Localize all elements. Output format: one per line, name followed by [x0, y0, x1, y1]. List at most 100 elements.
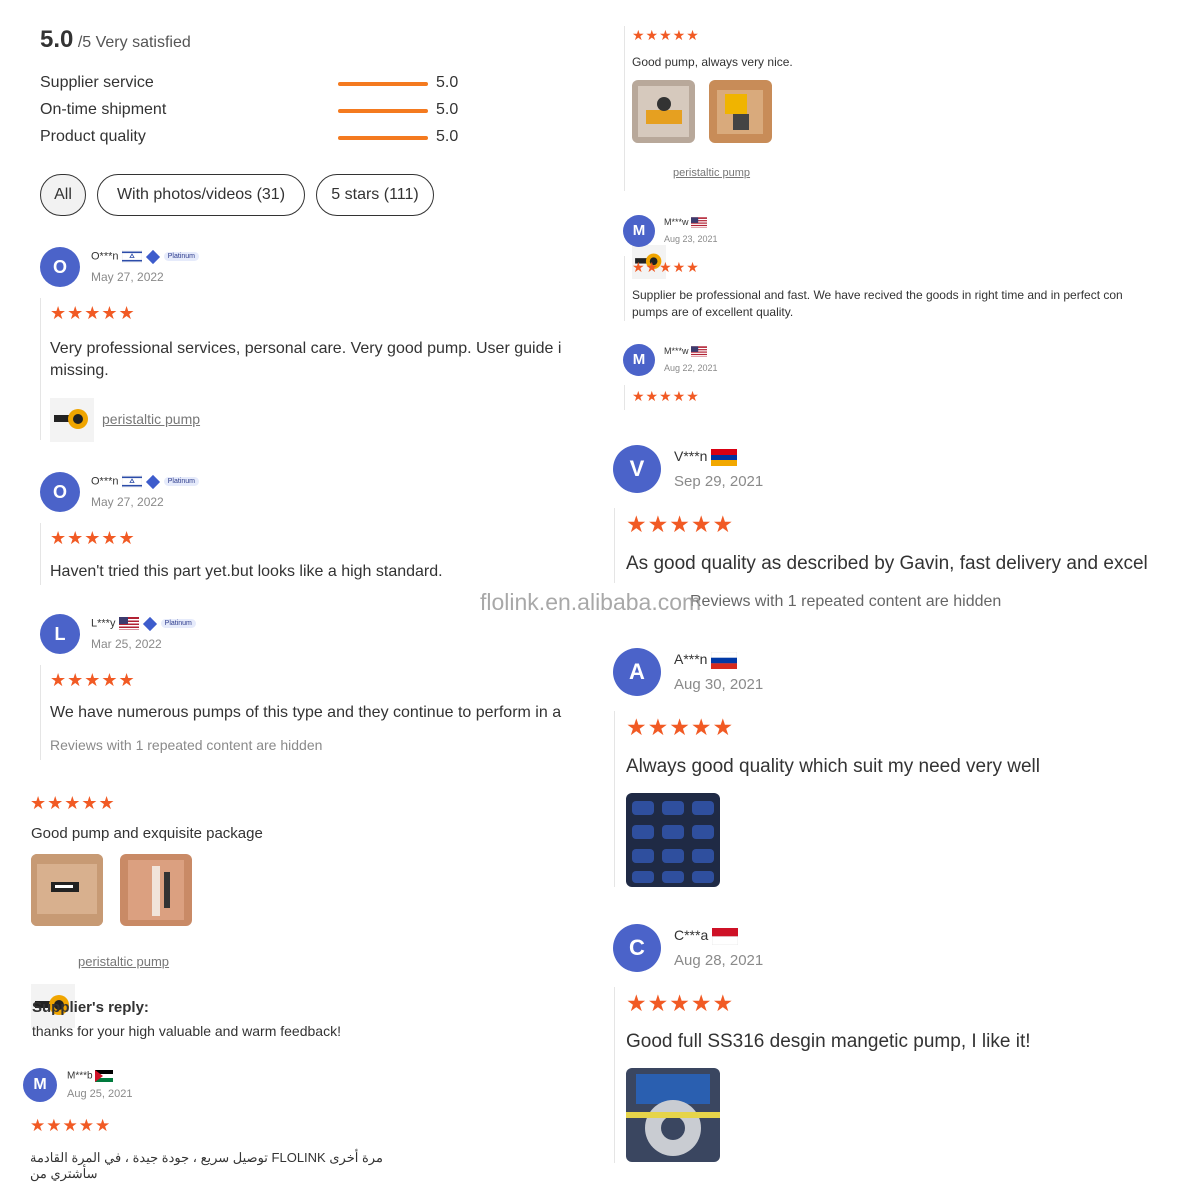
review-stars: ★★★★★ — [50, 528, 136, 548]
supplier-reply-title: Supplier's reply: — [32, 999, 149, 1016]
reviewer-name: M***w — [664, 217, 689, 227]
platinum-diamond-icon — [142, 616, 157, 631]
review-stars: ★★★★★ — [50, 670, 136, 690]
review-date: Aug 25, 2021 — [67, 1088, 133, 1100]
pump-icon — [54, 409, 88, 429]
review-stars: ★★★★★ — [30, 1116, 112, 1135]
review-text-line: Very professional services, personal car… — [50, 340, 562, 357]
review-text: Always good quality which suit my need v… — [626, 756, 1040, 777]
israel-flag-icon — [121, 250, 142, 263]
pump-photo-icon — [632, 80, 695, 143]
filter-photos-button[interactable]: With photos/videos (31) — [97, 174, 305, 216]
review-text: Good pump, always very nice. — [632, 55, 793, 69]
rating-breakdown: Supplier service 5.0 On-time shipment 5.… — [40, 74, 470, 155]
review-text: As good quality as described by Gavin, f… — [626, 553, 1148, 574]
review-photo[interactable] — [626, 793, 720, 887]
review-text: Good pump and exquisite package — [31, 825, 263, 842]
review-stars: ★★★★★ — [626, 511, 735, 537]
filter-all-button[interactable]: All — [40, 174, 86, 216]
supplier-reply-text: thanks for your high valuable and warm f… — [32, 1023, 341, 1039]
review-date: Sep 29, 2021 — [674, 473, 764, 490]
review-photo[interactable] — [709, 80, 772, 143]
review-date: Aug 28, 2021 — [674, 952, 764, 969]
review-date: Mar 25, 2022 — [91, 637, 162, 651]
pump-photo-icon — [709, 80, 772, 143]
rating-row-label: Supplier service — [40, 74, 154, 91]
hidden-reviews-note[interactable]: Reviews with 1 repeated content are hidd… — [50, 737, 322, 753]
review-date: Aug 30, 2021 — [674, 676, 764, 693]
product-link[interactable]: peristaltic pump — [102, 411, 200, 427]
pumps-photo-icon — [626, 793, 720, 887]
rating-bar — [338, 109, 428, 113]
avatar: M — [23, 1068, 57, 1102]
rating-row-value: 5.0 — [436, 101, 459, 118]
platinum-badge: Platinum — [163, 252, 199, 261]
review-stars: ★★★★★ — [626, 714, 735, 740]
avatar: A — [613, 648, 661, 696]
platinum-diamond-icon — [145, 249, 160, 264]
review-stars: ★★★★★ — [632, 388, 700, 404]
review-date: May 27, 2022 — [91, 270, 164, 284]
review-photo[interactable] — [31, 854, 103, 926]
review-divider — [40, 523, 41, 585]
rating-bar — [338, 82, 428, 86]
reviewer-name: A***n — [674, 651, 708, 667]
reviewer-name: M***b — [67, 1070, 93, 1082]
rating-row-label: Product quality — [40, 128, 146, 145]
armenia-flag-icon — [711, 448, 738, 466]
reviewer-name: O***n — [91, 475, 119, 488]
reviewer-name: O***n — [91, 250, 119, 263]
review-stars: ★★★★★ — [50, 303, 136, 323]
package-photo-icon — [120, 854, 192, 926]
magnetic-pump-photo-icon — [626, 1068, 720, 1162]
rating-bar — [338, 136, 428, 140]
review-stars: ★★★★★ — [30, 793, 116, 813]
rating-suffix: /5 Very satisfied — [77, 34, 191, 51]
review-text-line: Supplier be professional and fast. We ha… — [632, 288, 1123, 302]
package-photo-icon — [31, 854, 103, 926]
hidden-reviews-note[interactable]: Reviews with 1 repeated content are hidd… — [690, 593, 1001, 611]
product-thumbnail[interactable] — [50, 398, 94, 442]
review-stars: ★★★★★ — [632, 27, 700, 43]
rating-summary: 5.0 /5 Very satisfied — [40, 26, 191, 54]
review-stars: ★★★★★ — [626, 990, 735, 1016]
review-divider — [614, 987, 615, 1163]
review-text: Good full SS316 desgin mangetic pump, I … — [626, 1031, 1031, 1052]
watermark: flolink.en.alibaba.com — [480, 589, 702, 615]
review-photo[interactable] — [626, 1068, 720, 1162]
platinum-badge: Platinum — [160, 619, 196, 628]
indonesia-flag-icon — [712, 927, 739, 945]
avatar: C — [613, 924, 661, 972]
platinum-badge: Platinum — [163, 477, 199, 486]
review-text-line: missing. — [50, 362, 109, 379]
review-text-line: pumps are of excellent quality. — [632, 305, 794, 319]
rating-row: On-time shipment 5.0 — [40, 101, 470, 128]
review-photo[interactable] — [632, 80, 695, 143]
reviewer-info: O***n Platinum — [91, 249, 199, 264]
rating-row: Supplier service 5.0 — [40, 74, 470, 101]
avatar: V — [613, 445, 661, 493]
review-date: Aug 23, 2021 — [664, 234, 718, 244]
avatar: O — [40, 472, 80, 512]
review-divider — [624, 385, 625, 410]
reviewer-info: M***b — [67, 1070, 114, 1082]
review-text: Haven't tried this part yet.but looks li… — [50, 563, 443, 580]
reviewer-name: V***n — [674, 448, 708, 464]
filter-5stars-button[interactable]: 5 stars (111) — [316, 174, 434, 216]
reviewer-info: M***w — [664, 346, 708, 357]
reviewer-name: C***a — [674, 927, 709, 943]
avatar: M — [623, 344, 655, 376]
us-flag-icon — [691, 346, 708, 357]
review-divider — [624, 26, 625, 191]
product-link[interactable]: peristaltic pump — [673, 167, 750, 179]
review-photo[interactable] — [120, 854, 192, 926]
product-link[interactable]: peristaltic pump — [78, 954, 169, 969]
review-divider — [40, 298, 41, 440]
review-text: مرة أخرى FLOLINK توصيل سريع ، جودة جيدة … — [30, 1150, 383, 1181]
rating-row-value: 5.0 — [436, 74, 459, 91]
avatar: L — [40, 614, 80, 654]
platinum-diamond-icon — [145, 474, 160, 489]
avatar: M — [623, 215, 655, 247]
avatar: O — [40, 247, 80, 287]
us-flag-icon — [691, 217, 708, 228]
